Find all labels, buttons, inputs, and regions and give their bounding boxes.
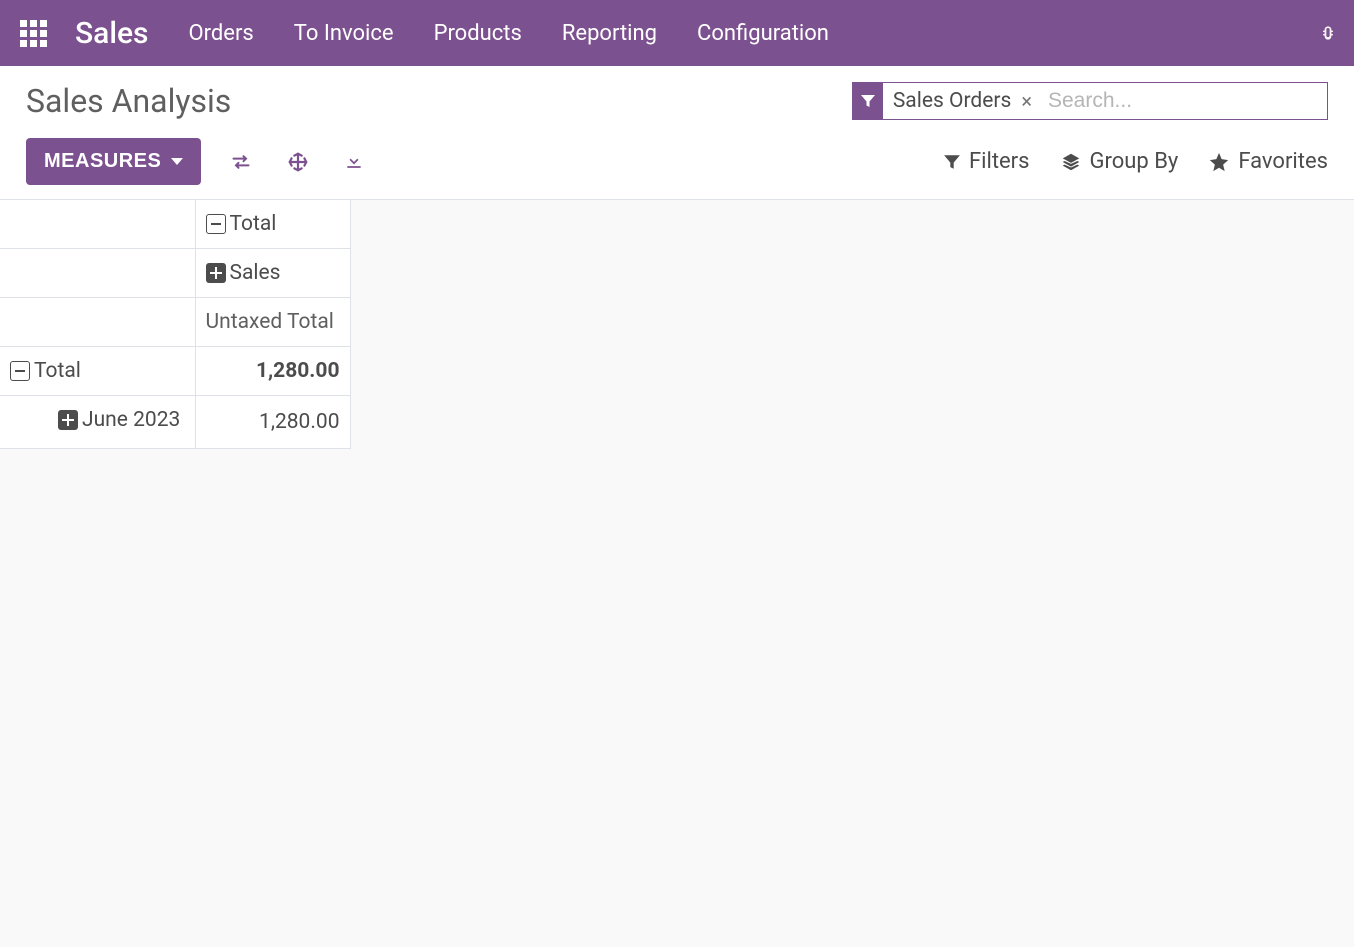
collapse-col-icon[interactable] <box>206 214 226 234</box>
pivot-row-group-header[interactable]: June 2023 <box>0 396 195 449</box>
nav-reporting[interactable]: Reporting <box>562 21 657 46</box>
pivot-col-group-header[interactable]: Sales <box>195 249 350 298</box>
page-title: Sales Analysis <box>26 82 231 120</box>
search-input[interactable] <box>1040 83 1327 119</box>
filters-button[interactable]: Filters <box>943 149 1030 174</box>
facet-remove-icon[interactable]: × <box>1021 89 1040 113</box>
search-box[interactable]: Sales Orders × <box>852 82 1328 120</box>
nav-orders[interactable]: Orders <box>189 21 254 46</box>
nav-products[interactable]: Products <box>434 21 522 46</box>
measures-label: MEASURES <box>44 150 161 173</box>
apps-icon[interactable] <box>20 20 47 47</box>
expand-row-icon[interactable] <box>58 410 78 430</box>
layers-icon <box>1060 151 1082 173</box>
star-icon <box>1208 151 1230 173</box>
search-facet: Sales Orders × <box>853 83 1040 119</box>
pivot-col-total-header[interactable]: Total <box>195 200 350 249</box>
group-by-label: Group By <box>1090 149 1179 174</box>
nav-configuration[interactable]: Configuration <box>697 21 829 46</box>
measures-button[interactable]: MEASURES <box>26 138 201 185</box>
favorites-button[interactable]: Favorites <box>1208 149 1328 174</box>
expand-col-icon[interactable] <box>206 263 226 283</box>
pivot-row-total-header[interactable]: Total <box>0 347 195 396</box>
pivot-total-value: 1,280.00 <box>195 347 350 396</box>
search-facet-label: Sales Orders <box>883 89 1021 113</box>
filter-icon <box>853 83 883 119</box>
flip-axis-button[interactable] <box>223 146 259 178</box>
expand-all-button[interactable] <box>281 145 315 179</box>
pivot-table: Total Sales Untaxed Total Total 1,280.00… <box>0 200 351 449</box>
pivot-row-value: 1,280.00 <box>195 396 350 449</box>
caret-down-icon <box>171 158 183 165</box>
app-brand[interactable]: Sales <box>75 16 149 51</box>
bug-icon[interactable] <box>1318 23 1336 43</box>
group-by-button[interactable]: Group By <box>1060 149 1179 174</box>
filter-funnel-icon <box>943 153 961 171</box>
favorites-label: Favorites <box>1238 149 1328 174</box>
pivot-measure-header[interactable]: Untaxed Total <box>195 298 350 347</box>
filters-label: Filters <box>969 149 1030 174</box>
pivot-blank-corner <box>0 200 195 249</box>
download-button[interactable] <box>337 146 371 178</box>
collapse-row-icon[interactable] <box>10 361 30 381</box>
nav-to-invoice[interactable]: To Invoice <box>294 21 394 46</box>
